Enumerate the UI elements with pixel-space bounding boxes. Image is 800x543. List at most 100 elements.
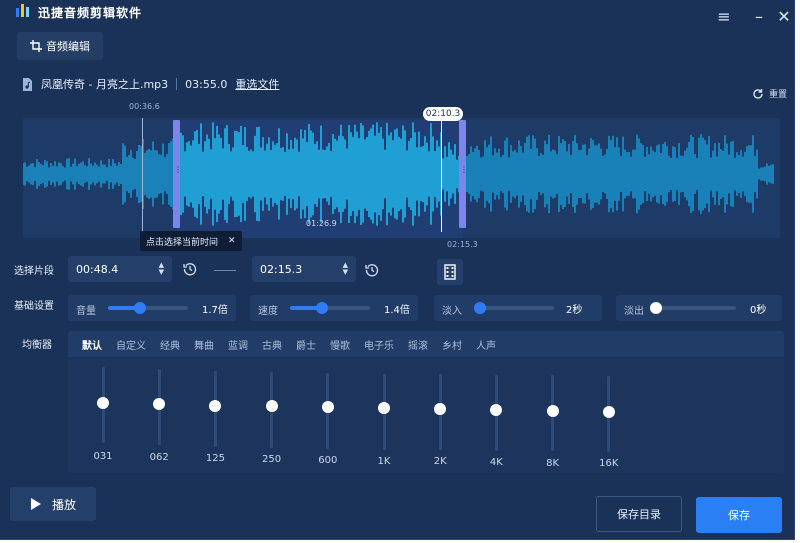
fade-out-slider[interactable] <box>650 302 736 314</box>
fade-out-name: 淡出 <box>624 306 644 317</box>
selection-start-handle[interactable]: ⋮ <box>173 120 182 228</box>
equalizer-label: 均衡器 <box>22 340 52 351</box>
eq-band-label: 4K <box>489 457 503 468</box>
tooltip-text: 点击选择当前时间 <box>146 237 219 248</box>
set-end-current-icon[interactable] <box>365 263 379 277</box>
fade-in-control: 淡入 2秒 <box>434 295 602 321</box>
play-icon <box>30 498 41 510</box>
eq-band-label: 16K <box>599 458 619 469</box>
eq-tab[interactable]: 慢歌 <box>330 337 350 352</box>
save-button[interactable]: 保存 <box>696 497 782 533</box>
selection-length: 01:26.9 <box>306 219 337 228</box>
speed-name: 速度 <box>258 306 278 317</box>
play-label: 播放 <box>51 497 76 512</box>
eq-band-knob[interactable] <box>602 406 615 418</box>
tooltip: 点击选择当前时间 ✕ <box>140 231 242 251</box>
fade-in-slider[interactable] <box>473 302 554 314</box>
fade-in-name: 淡入 <box>442 306 462 317</box>
segment-end-value: 02:15.3 <box>260 262 303 276</box>
eq-bands: 031 062 125 250 600 1K 2K 4K 8K 16K <box>68 357 784 473</box>
divider <box>176 78 178 90</box>
file-duration: 03:55.0 <box>185 77 228 91</box>
menu-icon[interactable]: ≡ <box>715 8 733 26</box>
playhead-line[interactable] <box>441 120 442 232</box>
eq-band-label: 2K <box>433 456 447 467</box>
eq-tab[interactable]: 爵士 <box>296 337 316 352</box>
eq-band-label: 062 <box>149 452 169 463</box>
segment-label: 选择片段 <box>14 266 54 277</box>
eq-tab[interactable]: 经典 <box>160 337 180 352</box>
basic-settings-label: 基础设置 <box>14 301 54 312</box>
eq-tab[interactable]: 乡村 <box>442 337 462 352</box>
volume-value: 1.7倍 <box>202 305 228 316</box>
reset-icon <box>753 88 763 99</box>
range-dash <box>214 270 236 271</box>
eq-band-knob[interactable] <box>321 401 334 413</box>
volume-knob[interactable] <box>134 302 146 314</box>
eq-tab[interactable]: 古典 <box>262 337 282 352</box>
eq-tab[interactable]: 默认 <box>82 337 102 352</box>
preview-segment-button[interactable] <box>437 259 463 285</box>
eq-band-knob[interactable] <box>153 398 166 410</box>
audio-edit-button[interactable]: 音频编辑 <box>17 32 103 60</box>
fade-out-knob[interactable] <box>650 302 662 314</box>
app-logo-icon <box>16 4 29 17</box>
eq-band-label: 8K <box>546 458 560 469</box>
eq-band-knob[interactable] <box>97 397 109 409</box>
eq-band-knob[interactable] <box>546 405 559 417</box>
eq-tab[interactable]: 摇滚 <box>408 337 428 352</box>
tooltip-close-icon[interactable]: ✕ <box>228 236 236 246</box>
segment-start-value: 00:48.4 <box>76 262 119 276</box>
reselect-file-link[interactable]: 重选文件 <box>235 76 279 92</box>
reset-button[interactable]: 重置 <box>752 87 787 100</box>
eq-band-knob[interactable] <box>378 402 390 414</box>
app-window: 迅捷音频剪辑软件 ≡ – ✕ 音频编辑 凤凰传奇 - 月亮之上.mp3 03:5… <box>0 0 795 540</box>
end-marker-time: 02:15.3 <box>447 240 478 249</box>
speed-knob[interactable] <box>316 302 328 314</box>
eq-band-knob[interactable] <box>265 400 278 412</box>
speed-value: 1.4倍 <box>384 305 410 316</box>
fade-out-value: 0秒 <box>750 305 767 316</box>
eq-band-label: 125 <box>205 453 225 464</box>
set-start-current-icon[interactable] <box>183 262 197 276</box>
minimize-icon[interactable]: – <box>750 8 768 26</box>
waveform[interactable] <box>23 118 780 238</box>
audio-file-icon <box>23 77 32 91</box>
fade-in-knob[interactable] <box>473 302 486 314</box>
selection-end-handle[interactable]: ⋮ <box>459 120 468 228</box>
eq-tab[interactable]: 电子乐 <box>364 337 394 352</box>
volume-name: 音量 <box>76 306 96 317</box>
start-marker-time: 00:36.6 <box>129 102 160 111</box>
file-info: 凤凰传奇 - 月亮之上.mp3 03:55.0 重选文件 <box>22 76 279 92</box>
eq-band-knob[interactable] <box>209 400 222 412</box>
play-button[interactable]: 播放 <box>10 487 96 521</box>
eq-band-label: 031 <box>93 451 113 462</box>
save-directory-button[interactable]: 保存目录 <box>596 496 682 532</box>
playhead-time: 02:10.3 <box>423 107 463 121</box>
reset-label: 重置 <box>769 90 788 100</box>
audio-edit-label: 音频编辑 <box>46 40 90 53</box>
app-title: 迅捷音频剪辑软件 <box>38 6 143 20</box>
eq-tab[interactable]: 舞曲 <box>194 337 214 352</box>
volume-slider[interactable] <box>108 302 188 314</box>
eq-tab[interactable]: 自定义 <box>116 337 146 352</box>
speed-control: 速度 1.4倍 <box>250 295 418 321</box>
close-icon[interactable]: ✕ <box>775 8 793 26</box>
eq-tab[interactable]: 人声 <box>476 337 496 352</box>
segment-start-stepper[interactable]: ▲ ▼ <box>159 262 164 276</box>
segment-end-field[interactable]: 02:15.3 ▲ ▼ <box>252 256 356 282</box>
eq-band-label: 1K <box>377 456 391 467</box>
segment-end-stepper[interactable]: ▲ ▼ <box>343 262 348 276</box>
segment-start-field[interactable]: 00:48.4 ▲ ▼ <box>68 256 172 282</box>
eq-band-knob[interactable] <box>490 404 503 416</box>
fade-out-control: 淡出 0秒 <box>616 295 782 321</box>
eq-tab[interactable]: 蓝调 <box>228 337 248 352</box>
eq-band-knob[interactable] <box>434 403 447 415</box>
crop-icon <box>30 40 42 52</box>
start-marker-line <box>142 118 143 234</box>
eq-band-label: 250 <box>262 454 282 465</box>
speed-slider[interactable] <box>290 302 370 314</box>
fade-in-value: 2秒 <box>566 305 583 316</box>
file-name: 凤凰传奇 - 月亮之上.mp3 <box>41 78 169 91</box>
film-icon <box>444 264 456 280</box>
